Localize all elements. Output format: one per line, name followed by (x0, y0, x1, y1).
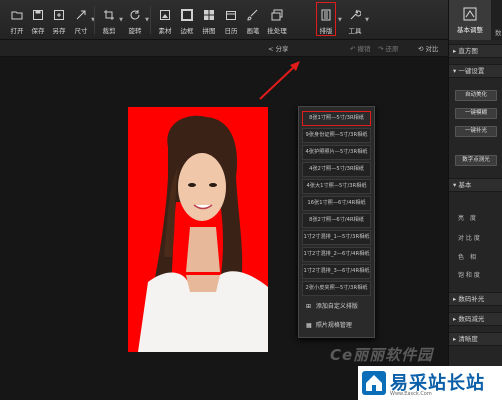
annotation-arrow (259, 61, 300, 100)
brush-icon (247, 9, 259, 21)
layout-option[interactable]: 8张1寸照—5寸/3R相纸 (302, 111, 371, 126)
undo-icon: ↶ (350, 45, 356, 53)
share-button[interactable]: < 分享 (268, 43, 289, 53)
chevron-right-icon: ▸ (453, 315, 457, 323)
layout-option[interactable]: 4张大1寸照—5寸/3R相纸 (302, 179, 371, 194)
photo-spec-manage-item[interactable]: ▦ 照片规格管理 (302, 319, 371, 332)
chevron-down-icon: ▾ (453, 67, 457, 75)
grid-icon: ▦ (306, 322, 312, 329)
redo-button[interactable]: ↷ 还原 (378, 43, 399, 53)
main-toolbar: 打开 保存 另存 尺寸 ▼ 裁剪 ▼ 旋转 ▼ 素材 (0, 0, 448, 40)
material-icon (159, 9, 171, 21)
add-custom-layout-item[interactable]: ⊞ 添加自定义排版 (302, 300, 371, 313)
resize-icon (75, 9, 87, 21)
right-panel: 基本调整 数 ▸ 直方图 ▾ 一键设置 自动美化 一键模糊 一键补光 数字点测光… (448, 0, 502, 400)
chevron-down-icon[interactable]: ▼ (365, 17, 369, 23)
save-icon (32, 9, 44, 21)
undo-button[interactable]: ↶ 撤销 (350, 43, 371, 53)
batch-icon (271, 9, 283, 21)
tools-button[interactable]: 工具 ▼ (344, 0, 369, 40)
resize-button[interactable]: 尺寸 ▼ (70, 0, 95, 40)
layout-option[interactable]: 1寸2寸混排_1—5寸/3R相纸 (302, 230, 371, 245)
batch-button[interactable]: 批处理 (266, 0, 288, 40)
layout-option[interactable]: 4张护照照片—5寸/3R相纸 (302, 145, 371, 160)
share-icon: < (268, 45, 274, 53)
plus-icon: ⊞ (306, 303, 312, 310)
layout-option[interactable]: 4张2寸照—5寸/3R相纸 (302, 162, 371, 177)
folder-icon (11, 9, 23, 21)
chevron-down-icon: ▾ (453, 181, 457, 189)
calendar-icon (225, 9, 237, 21)
redo-icon: ↷ (378, 45, 384, 53)
restore-button[interactable]: ⟲ 对比 (418, 43, 439, 53)
portrait-image (128, 107, 268, 352)
rotate-icon (129, 9, 141, 21)
hue-label: 色 相 (458, 254, 477, 261)
chevron-right-icon: ▸ (453, 295, 457, 303)
crop-icon (103, 9, 115, 21)
secondary-toolbar: < 分享 ↶ 撤销 ↷ 还原 ⟲ 对比 (0, 40, 448, 57)
border-icon (181, 9, 193, 21)
digital-reduce-light-section[interactable]: ▸ 数码减光 (449, 312, 502, 326)
basic-section[interactable]: ▾ 基本 (449, 178, 502, 192)
layout-option[interactable]: 8张2寸照—6寸/4R相纸 (302, 213, 371, 228)
house-icon (362, 371, 386, 395)
site-badge: 易采站长站 Www.Easck.Com (358, 366, 502, 400)
chevron-down-icon[interactable]: ▼ (119, 17, 123, 23)
chevron-right-icon: ▸ (453, 335, 457, 343)
save-as-icon (53, 9, 65, 21)
watermark-logo: Ce丽丽软件园 (330, 346, 434, 364)
histogram-section[interactable]: ▸ 直方图 (449, 44, 502, 58)
layout-dropdown-menu: 8张1寸照—5寸/3R相纸 9张身份证照—5寸/3R相纸 4张护照照片—5寸/3… (298, 106, 375, 338)
one-click-section[interactable]: ▾ 一键设置 (449, 64, 502, 78)
layout-icon (320, 9, 332, 21)
restore-icon: ⟲ (418, 45, 424, 53)
layout-option[interactable]: 1寸2寸混排_3—6寸/4R相纸 (302, 264, 371, 279)
adjust-icon (463, 7, 477, 21)
site-url: Www.Easck.Com (390, 391, 432, 397)
sharpness-section[interactable]: ▸ 清晰度 (449, 332, 502, 346)
tab-basic-adjust[interactable]: 基本调整 (449, 0, 491, 40)
app-window: 打开 保存 另存 尺寸 ▼ 裁剪 ▼ 旋转 ▼ 素材 (0, 0, 502, 400)
id-photo[interactable] (128, 107, 268, 352)
chevron-right-icon: ▸ (453, 47, 457, 55)
one-click-blur-button[interactable]: 一键模糊 (455, 108, 497, 119)
brush-button[interactable]: 画笔 (242, 0, 264, 40)
tab-other[interactable]: 数 (495, 27, 502, 37)
collage-icon (203, 9, 215, 21)
saturation-label: 饱 和 度 (458, 272, 480, 279)
digital-fill-light-section[interactable]: ▸ 数码补光 (449, 292, 502, 306)
panel-tabs: 基本调整 数 (449, 0, 502, 40)
brightness-label: 亮 度 (458, 215, 477, 222)
wrench-icon (349, 9, 362, 21)
digital-metering-button[interactable]: 数字点测光 (455, 155, 497, 166)
rotate-button[interactable]: 旋转 ▼ (124, 0, 149, 40)
layout-button[interactable]: 排版 (316, 2, 336, 36)
chevron-down-icon[interactable]: ▼ (338, 17, 342, 23)
layout-option[interactable]: 2张小皮夹照—5寸/3R相纸 (302, 281, 371, 296)
one-click-fill-light-button[interactable]: 一键补光 (455, 126, 497, 137)
layout-option[interactable]: 1寸2寸混排_2—6寸/4R相纸 (302, 247, 371, 262)
auto-beautify-button[interactable]: 自动美化 (455, 90, 497, 101)
chevron-down-icon[interactable]: ▼ (145, 17, 149, 23)
contrast-label: 对 比 度 (458, 235, 480, 242)
layout-option[interactable]: 16张1寸照—6寸/4R相纸 (302, 196, 371, 211)
crop-button[interactable]: 裁剪 ▼ (98, 0, 123, 40)
layout-option[interactable]: 9张身份证照—5寸/3R相纸 (302, 128, 371, 143)
